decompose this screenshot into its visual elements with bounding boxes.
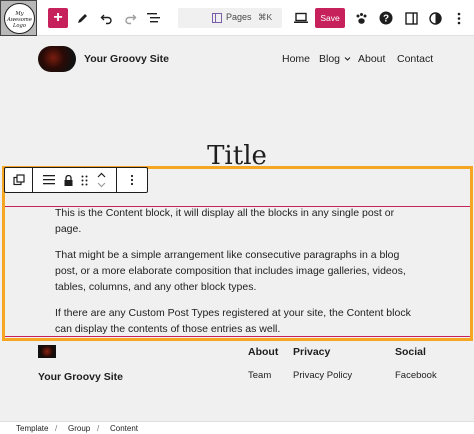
drag-handle-icon[interactable] xyxy=(81,175,88,186)
footer-link-privacy-policy[interactable]: Privacy Policy xyxy=(293,370,352,381)
pencil-icon xyxy=(77,13,87,23)
breadcrumb-item-template[interactable]: Template xyxy=(16,424,48,433)
desktop-icon xyxy=(294,12,308,23)
breadcrumb-separator: / xyxy=(55,424,58,433)
breadcrumb-separator: / xyxy=(97,424,100,433)
help-button[interactable]: ? xyxy=(376,8,396,28)
nav-item-label: Blog xyxy=(319,53,341,65)
options-button[interactable] xyxy=(449,8,469,28)
move-up-down-icon[interactable] xyxy=(97,171,106,189)
redo-icon xyxy=(124,14,136,24)
preview-button[interactable] xyxy=(291,8,311,28)
help-icon: ? xyxy=(379,11,393,25)
editor-toolbar: My Awesome Logo + Pages ⌘K Save ? xyxy=(0,0,474,36)
select-parent-icon xyxy=(12,174,25,186)
list-view-icon xyxy=(147,13,160,23)
chevron-down-icon xyxy=(344,57,351,61)
layout-icon xyxy=(212,13,222,23)
footer-site-title[interactable]: Your Groovy Site xyxy=(38,371,123,383)
block-options-button[interactable] xyxy=(117,168,147,192)
site-title[interactable]: Your Groovy Site xyxy=(84,53,169,65)
breadcrumb-item-group[interactable]: Group xyxy=(68,424,90,433)
content-paragraph: That might be a simple arrangement like … xyxy=(55,249,406,293)
block-controls xyxy=(33,168,117,192)
styles-button[interactable] xyxy=(425,8,445,28)
sidebar-icon xyxy=(404,11,418,25)
footer-site-logo[interactable] xyxy=(38,345,56,358)
footer-link-team[interactable]: Team xyxy=(248,370,271,381)
more-vertical-icon xyxy=(130,174,134,186)
site-logo[interactable] xyxy=(38,46,76,72)
plugin-button[interactable] xyxy=(351,8,371,28)
nav-item-home[interactable]: Home xyxy=(282,53,310,65)
document-overview-button[interactable] xyxy=(144,8,164,28)
edit-tool-button[interactable] xyxy=(72,8,92,28)
undo-button[interactable] xyxy=(96,8,116,28)
content-paragraph: If there are any Custom Post Types regis… xyxy=(55,307,411,335)
more-vertical-icon xyxy=(457,12,461,24)
align-icon[interactable] xyxy=(43,175,56,185)
lock-icon[interactable] xyxy=(64,174,73,186)
site-logo-button[interactable]: My Awesome Logo xyxy=(0,0,37,36)
block-toolbar xyxy=(4,167,148,193)
parent-select-button[interactable] xyxy=(5,168,33,192)
footer-heading-about: About xyxy=(248,346,279,358)
undo-icon xyxy=(100,14,112,24)
footer-link-facebook[interactable]: Facebook xyxy=(395,370,437,381)
svg-text:?: ? xyxy=(383,14,389,25)
contrast-icon xyxy=(428,11,442,25)
command-palette-button[interactable]: Pages ⌘K xyxy=(178,8,282,28)
add-block-button[interactable]: + xyxy=(48,8,68,28)
nav-item-blog[interactable]: Blog xyxy=(319,53,351,65)
footer-heading-privacy: Privacy xyxy=(293,346,331,358)
nav-item-contact[interactable]: Contact xyxy=(397,53,433,65)
redo-button[interactable] xyxy=(120,8,140,28)
content-paragraph: This is the Content block, it will displ… xyxy=(55,207,395,235)
footer-heading-social: Social xyxy=(395,346,426,358)
editor-canvas: Your Groovy Site Home Blog About Contact… xyxy=(0,36,474,421)
breadcrumb: Template / Group / Content xyxy=(0,421,474,434)
command-label: Pages xyxy=(226,12,252,22)
command-shortcut: ⌘K xyxy=(258,12,273,22)
save-button[interactable]: Save xyxy=(315,8,345,28)
paw-icon xyxy=(356,12,366,24)
logo-image: My Awesome Logo xyxy=(4,3,35,34)
settings-sidebar-button[interactable] xyxy=(401,8,421,28)
nav-item-about[interactable]: About xyxy=(358,53,385,65)
logo-text: My Awesome Logo xyxy=(7,11,32,29)
breadcrumb-item-content[interactable]: Content xyxy=(110,424,138,433)
